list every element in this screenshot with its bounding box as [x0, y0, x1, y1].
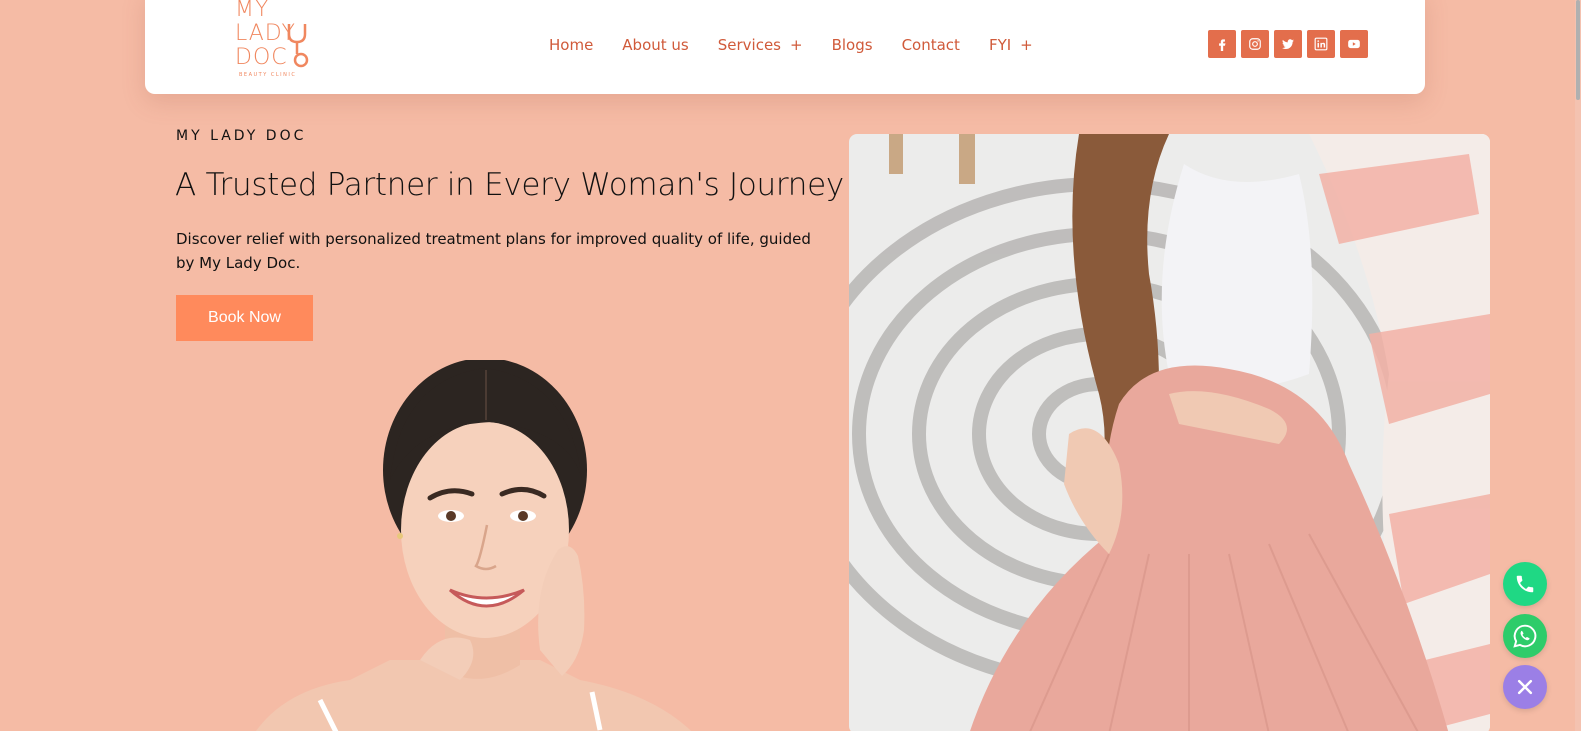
fyi-expand-icon[interactable]: +	[1020, 36, 1033, 54]
nav-contact[interactable]: Contact	[902, 36, 960, 54]
nav-blogs-label: Blogs	[831, 36, 873, 54]
nav-fyi-label: FYI	[988, 36, 1012, 54]
hero-eyebrow: MY LADY DOC	[176, 128, 307, 144]
hero-description: Discover relief with personalized treatm…	[176, 230, 811, 272]
whatsapp-button[interactable]	[1503, 614, 1547, 658]
book-now-button[interactable]: Book Now	[176, 295, 313, 341]
hero-headline: A Trusted Partner in Every Woman's Journ…	[175, 167, 844, 203]
stethoscope-icon	[287, 24, 309, 68]
nav-about-label: About us	[622, 36, 689, 54]
twitter-icon[interactable]	[1274, 30, 1302, 58]
main-nav: Home About us Services + Blogs Contact F…	[549, 36, 1062, 54]
page-scrollbar[interactable]	[1575, 0, 1581, 731]
nav-contact-label: Contact	[901, 36, 960, 54]
facebook-icon[interactable]	[1208, 30, 1236, 58]
nav-services-label: Services	[717, 36, 782, 54]
nav-about-us[interactable]: About us	[622, 36, 688, 54]
nav-home[interactable]: Home	[549, 36, 593, 54]
nav-blogs[interactable]: Blogs	[832, 36, 873, 54]
scrollbar-thumb[interactable]	[1576, 0, 1580, 100]
phone-call-button[interactable]	[1503, 562, 1547, 606]
whatsapp-icon	[1513, 624, 1537, 648]
close-fab-button[interactable]	[1503, 665, 1547, 709]
woman-portrait-image	[256, 360, 692, 731]
logo-line-1: MY	[235, 0, 270, 22]
services-expand-icon[interactable]: +	[790, 36, 803, 54]
logo-tagline: BEAUTY CLINIC	[239, 72, 297, 78]
brand-logo[interactable]: MY LADY DOC BEAUTY CLINIC	[235, 0, 325, 90]
site-header: MY LADY DOC BEAUTY CLINIC Home About us …	[145, 0, 1425, 94]
close-icon	[1517, 679, 1533, 695]
phone-icon	[1516, 575, 1534, 593]
instagram-icon[interactable]	[1241, 30, 1269, 58]
nav-fyi[interactable]: FYI +	[989, 36, 1033, 54]
pregnant-woman-photo	[849, 134, 1490, 731]
nav-services[interactable]: Services +	[718, 36, 803, 54]
social-links	[1208, 30, 1368, 58]
nav-home-label: Home	[549, 36, 594, 54]
youtube-icon[interactable]	[1340, 30, 1368, 58]
linkedin-icon[interactable]	[1307, 30, 1335, 58]
